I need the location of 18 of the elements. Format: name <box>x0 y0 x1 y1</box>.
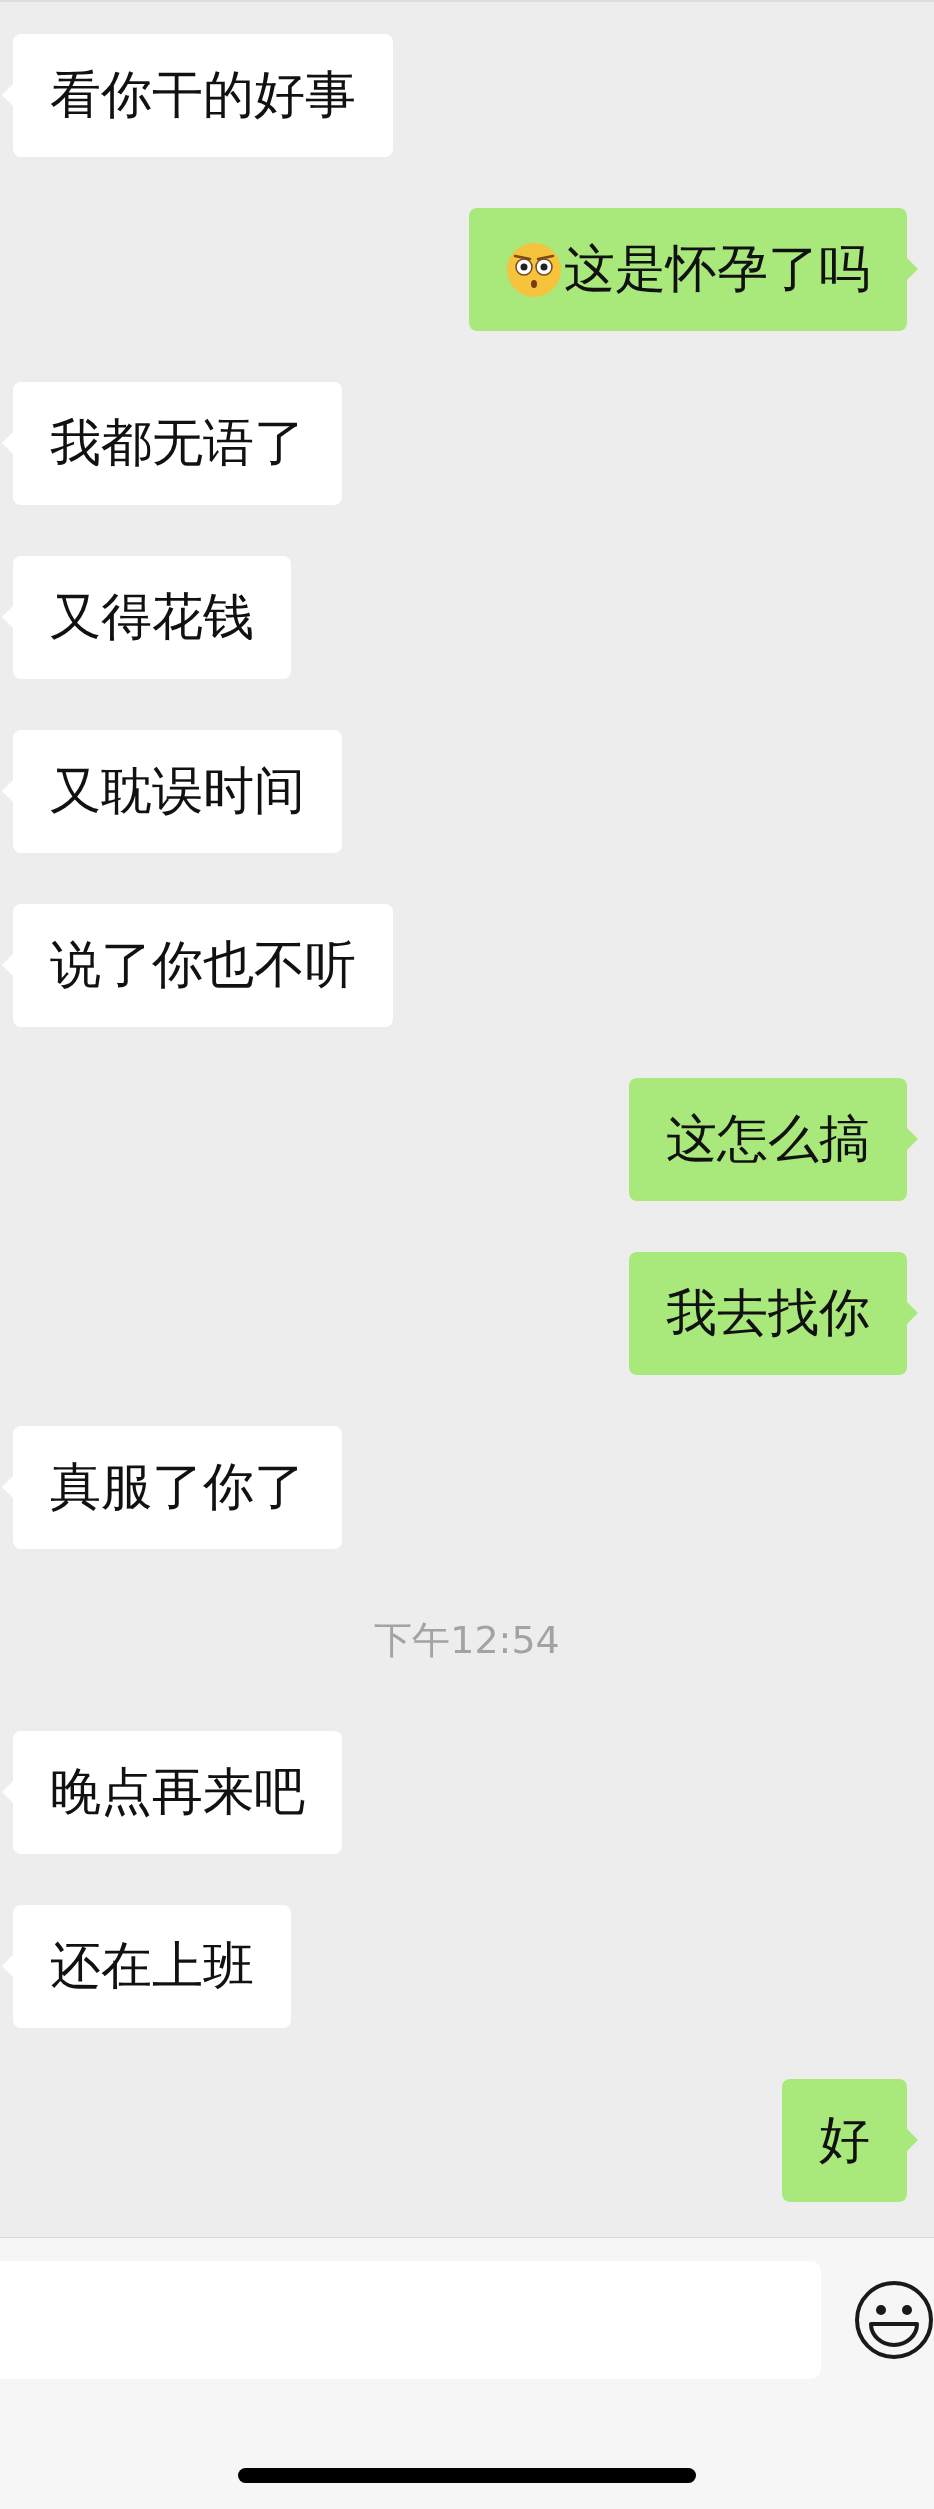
received-message-bubble: 看你干的好事 <box>13 34 393 157</box>
smiley-icon[interactable] <box>854 2280 934 2360</box>
received-message-bubble: 晚点再来吧 <box>13 1731 342 1854</box>
sent-message-bubble: 好 <box>782 2079 907 2202</box>
received-message-bubble: 又得花钱 <box>13 556 291 679</box>
bubble-tail-icon <box>907 2129 918 2151</box>
message-time: 下午12:54 <box>374 1616 560 1664</box>
bubble-tail-icon <box>907 258 918 280</box>
received-message-bubble: 真服了你了 <box>13 1426 342 1549</box>
received-message-bubble: 又耽误时间 <box>13 730 342 853</box>
bubble-tail-icon <box>907 1128 918 1150</box>
sent-message-bubble: 这怎么搞 <box>629 1078 907 1201</box>
sent-message-bubble: 这是怀孕了吗 <box>469 208 907 331</box>
received-message-bubble: 说了你也不听 <box>13 904 393 1027</box>
bubble-tail-icon <box>907 1302 918 1324</box>
sent-message-bubble: 我去找你 <box>629 1252 907 1375</box>
received-message-bubble: 我都无语了 <box>13 382 342 505</box>
received-message-bubble: 还在上班 <box>13 1905 291 2028</box>
